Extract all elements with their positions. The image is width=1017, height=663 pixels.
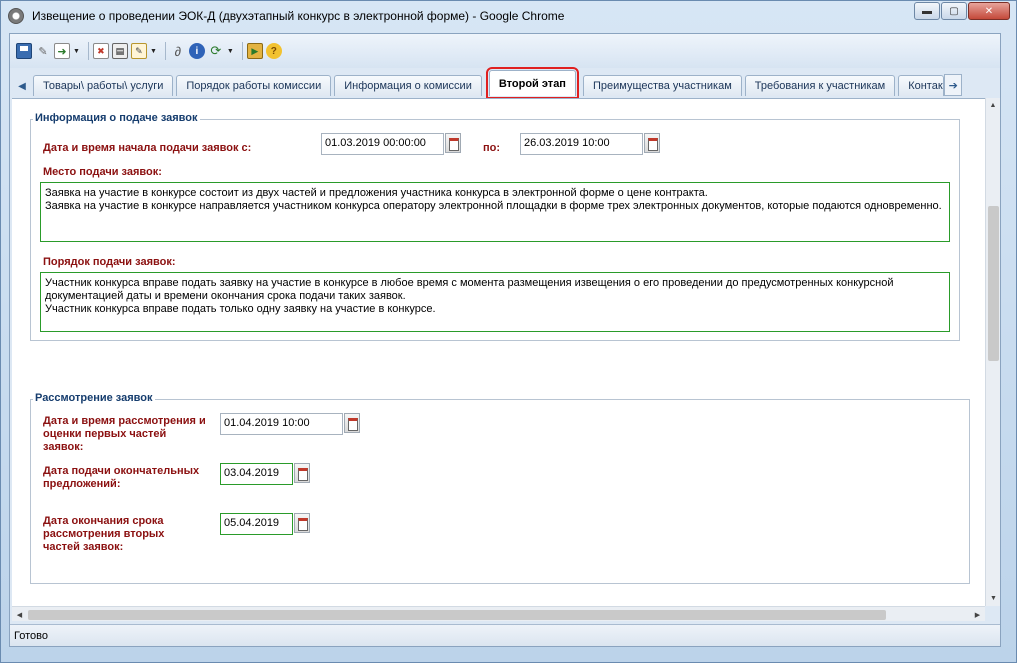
start-date-label: Дата и время начала подачи заявок с: <box>43 142 252 154</box>
restore-button[interactable]: ▢ <box>941 2 967 20</box>
horizontal-scrollbar[interactable]: ◀ ▶ <box>12 606 985 621</box>
scroll-up-icon[interactable]: ▲ <box>986 98 1000 113</box>
help-icon[interactable]: ? <box>265 43 282 59</box>
browser-window: Извещение о проведении ЭОК-Д (двухэтапны… <box>0 0 1017 663</box>
second-parts-input[interactable]: 05.04.2019 <box>220 513 293 535</box>
scroll-right-icon[interactable]: ▶ <box>970 607 985 622</box>
tab-strip: ◀ Товары\ работы\ услуги Порядок работы … <box>10 67 1000 99</box>
end-date-calendar-icon[interactable] <box>644 133 660 153</box>
start-date-input[interactable]: 01.03.2019 00:00:00 <box>321 133 444 155</box>
print-icon[interactable]: ▤ <box>111 43 128 59</box>
save-icon[interactable] <box>16 43 32 59</box>
toolbar-separator <box>164 42 166 60</box>
first-parts-label: Дата и время рассмотрения и оценки первы… <box>43 415 206 453</box>
export-icon[interactable]: ➜ <box>54 43 70 59</box>
order-textarea[interactable]: Участник конкурса вправе подать заявку н… <box>40 272 950 332</box>
tab-contacts[interactable]: Контакты <box>898 75 945 96</box>
chevron-down-icon[interactable]: ▼ <box>150 48 157 55</box>
place-label: Место подачи заявок: <box>43 166 162 178</box>
tab-requirements[interactable]: Требования к участникам <box>744 75 896 96</box>
tab-scroll-left-icon[interactable]: ◀ <box>14 76 30 96</box>
title-bar: Извещение о проведении ЭОК-Д (двухэтапны… <box>1 1 1016 31</box>
edit-doc-icon[interactable]: ✎ <box>130 43 147 59</box>
chevron-down-icon[interactable]: ▼ <box>227 48 234 55</box>
tab-goods[interactable]: Товары\ работы\ услуги <box>33 75 174 96</box>
tab-commission-procedure[interactable]: Порядок работы комиссии <box>176 75 332 96</box>
place-textarea[interactable]: Заявка на участие в конкурсе состоит из … <box>40 182 950 242</box>
place-text: Заявка на участие в конкурсе состоит из … <box>45 187 942 212</box>
review-group: Рассмотрение заявок Дата и время рассмот… <box>30 392 970 584</box>
form-content: Информация о подаче заявок Дата и время … <box>12 98 985 606</box>
chevron-down-icon[interactable]: ▼ <box>73 48 80 55</box>
exit-icon[interactable]: ▶ <box>246 43 263 59</box>
final-offers-input[interactable]: 03.04.2019 <box>220 463 293 485</box>
window-controls: ▬ ▢ ✕ <box>913 2 1010 20</box>
vertical-scrollbar[interactable]: ▲ ▼ <box>985 98 1000 606</box>
order-label: Порядок подачи заявок: <box>43 256 176 268</box>
vertical-scroll-thumb[interactable] <box>988 206 999 361</box>
first-parts-calendar-icon[interactable] <box>344 413 360 433</box>
scroll-down-icon[interactable]: ▼ <box>986 591 1001 606</box>
chrome-icon <box>8 8 24 24</box>
second-parts-calendar-icon[interactable] <box>294 513 310 533</box>
submission-legend: Информация о подаче заявок <box>33 112 200 124</box>
review-legend: Рассмотрение заявок <box>33 392 155 404</box>
app-client-area: ✎ ➜ ▼ ✖ ▤ ✎ ▼ ∂ i ⟳ ▼ ▶ ? ◀ Товары\ рабо… <box>9 33 1001 647</box>
status-text: Готово <box>14 629 48 642</box>
tab-advantages[interactable]: Преимущества участникам <box>582 75 742 96</box>
final-offers-label: Дата подачи окончательных предложений: <box>43 465 200 490</box>
refresh-icon[interactable]: ⟳ <box>208 43 224 59</box>
first-parts-input[interactable]: 01.04.2019 10:00 <box>220 413 343 435</box>
status-bar: Готово <box>10 624 1000 646</box>
paperclip-icon[interactable]: ∂ <box>170 43 186 59</box>
toolbar-separator <box>241 42 243 60</box>
window-title: Извещение о проведении ЭОК-Д (двухэтапны… <box>32 9 565 23</box>
horizontal-scroll-thumb[interactable] <box>28 610 886 620</box>
toolbar: ✎ ➜ ▼ ✖ ▤ ✎ ▼ ∂ i ⟳ ▼ ▶ ? <box>10 34 1000 68</box>
toolbar-separator <box>87 42 89 60</box>
minimize-button[interactable]: ▬ <box>914 2 940 20</box>
order-text: Участник конкурса вправе подать заявку н… <box>45 277 894 315</box>
end-date-label: по: <box>483 142 501 154</box>
second-parts-label: Дата окончания срока рассмотрения вторых… <box>43 515 165 553</box>
tab-second-stage[interactable]: Второй этап <box>485 67 579 99</box>
submission-group: Информация о подаче заявок Дата и время … <box>30 112 960 341</box>
tab-scroll-right-icon[interactable]: ➔ <box>944 74 963 96</box>
info-icon[interactable]: i <box>188 43 205 59</box>
scroll-left-icon[interactable]: ◀ <box>12 607 27 622</box>
end-date-input[interactable]: 26.03.2019 10:00 <box>520 133 643 155</box>
close-button[interactable]: ✕ <box>968 2 1010 20</box>
document-icon[interactable]: ✖ <box>92 43 109 59</box>
tab-commission-info[interactable]: Информация о комиссии <box>334 75 482 96</box>
attach-icon[interactable]: ✎ <box>35 43 51 59</box>
final-offers-calendar-icon[interactable] <box>294 463 310 483</box>
start-date-calendar-icon[interactable] <box>445 133 461 153</box>
